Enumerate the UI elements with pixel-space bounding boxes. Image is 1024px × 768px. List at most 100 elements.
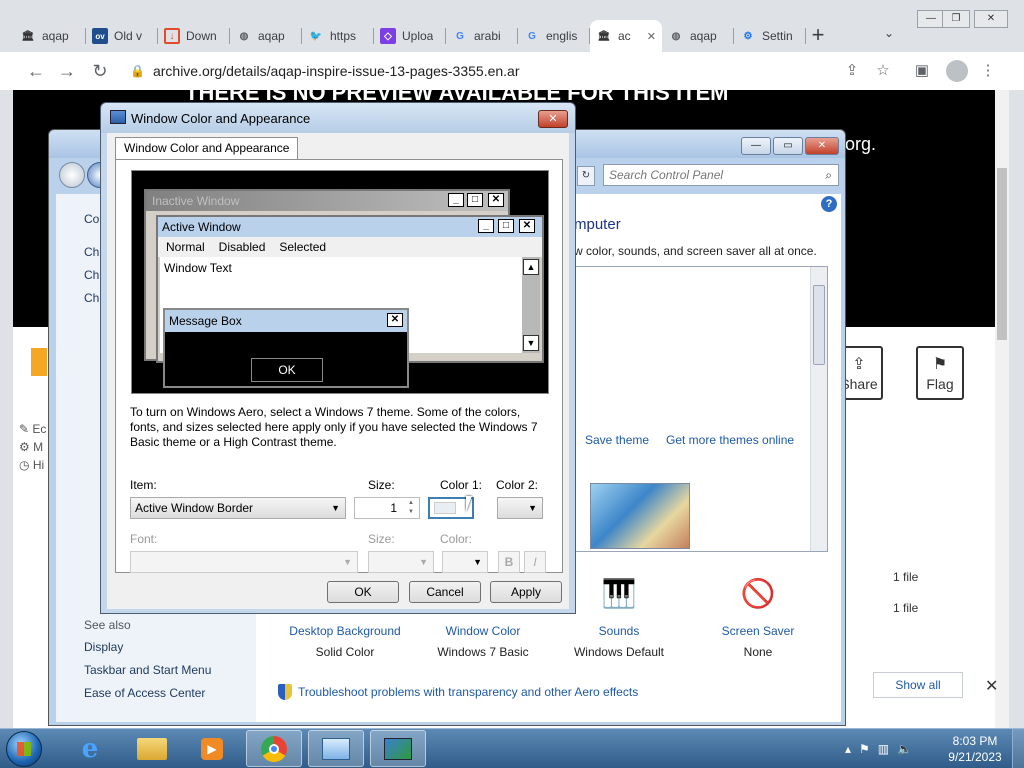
network-icon[interactable]: ▥	[878, 742, 889, 756]
new-tab-button[interactable]: +	[804, 22, 832, 50]
bookmark-star-icon[interactable]: ☆	[873, 61, 893, 81]
cancel-button[interactable]: Cancel	[409, 581, 481, 603]
preview-scrollbar[interactable]: ▲ ▼	[522, 257, 540, 353]
cp-back-button[interactable]	[59, 162, 85, 188]
help-icon[interactable]: ?	[821, 196, 837, 212]
browser-tab[interactable]: ov Old v	[86, 20, 158, 52]
taskbar-clock[interactable]: 8:03 PM 9/21/2023	[942, 733, 1008, 765]
color2-picker[interactable]: ▼	[497, 497, 543, 519]
display-properties-taskbar-icon[interactable]	[370, 730, 426, 767]
close-icon[interactable]: ✕	[985, 676, 998, 696]
scroll-up-icon[interactable]: ▲	[523, 259, 539, 275]
address-bar[interactable]: 🔒 archive.org/details/aqap-inspire-issue…	[122, 57, 912, 85]
item-dropdown[interactable]: Active Window Border ▼	[130, 497, 346, 519]
volume-icon[interactable]: 🔈	[897, 742, 912, 756]
close-icon[interactable]: ✕	[488, 193, 504, 207]
font-size-dropdown[interactable]: ▼	[368, 551, 434, 573]
message-box-ok-button[interactable]: OK	[251, 358, 323, 382]
flag-button[interactable]: ⚑ Flag	[916, 346, 964, 400]
file-explorer-icon[interactable]	[124, 730, 180, 767]
browser-tab[interactable]: ◇ Uploa	[374, 20, 446, 52]
reload-icon[interactable]: ↻	[88, 60, 112, 84]
manage-label[interactable]: ⚙ M	[19, 438, 46, 456]
cp-task-link[interactable]: Ch	[84, 264, 99, 287]
bold-button[interactable]: B	[498, 551, 520, 573]
ease-of-access-link[interactable]: Ease of Access Center	[84, 686, 205, 700]
appearance-preview[interactable]: Inactive Window _ □ ✕ Active Window _ □ …	[131, 170, 549, 394]
browser-tab[interactable]: 🐦 https	[302, 20, 374, 52]
profile-avatar[interactable]	[946, 60, 968, 82]
maximize-icon[interactable]: □	[498, 219, 514, 233]
back-arrow-icon[interactable]: ←	[24, 60, 48, 84]
dialog-close-button[interactable]: ✕	[538, 110, 568, 128]
menu-selected[interactable]: Selected	[279, 237, 326, 257]
cp-minimize-button[interactable]: —	[741, 137, 771, 155]
spinner-arrows-icon[interactable]: ▲ ▼	[405, 499, 417, 517]
italic-button[interactable]: I	[524, 551, 546, 573]
cp-task-link[interactable]: Co	[84, 208, 99, 231]
show-desktop-button[interactable]	[1012, 729, 1024, 768]
browser-tab[interactable]: ↓ Down	[158, 20, 230, 52]
side-panel-icon[interactable]: ▣	[912, 61, 932, 81]
size-spinner[interactable]: 1 ▲ ▼	[354, 497, 420, 519]
minimize-button[interactable]: —	[917, 10, 945, 28]
window-text[interactable]: Window Text	[164, 261, 232, 275]
action-center-icon[interactable]: ⚑	[859, 742, 870, 756]
page-scrollbar[interactable]	[995, 90, 1009, 728]
font-color-picker[interactable]: ▼	[442, 551, 488, 573]
forward-arrow-icon[interactable]: →	[55, 60, 79, 84]
troubleshoot-link[interactable]: Troubleshoot problems with transparency …	[278, 684, 638, 700]
ok-button[interactable]: OK	[327, 581, 399, 603]
scroll-down-icon[interactable]: ▼	[523, 335, 539, 351]
message-box-title[interactable]: Message Box	[165, 310, 407, 332]
share-icon[interactable]: ⇪	[842, 61, 862, 81]
message-box-preview[interactable]: Message Box ✕ OK	[163, 308, 409, 388]
show-all-button[interactable]: Show all	[873, 672, 963, 698]
theme-list-scrollbar[interactable]	[810, 267, 827, 551]
theme-thumbnail[interactable]	[590, 483, 690, 549]
tab-search-chevron-icon[interactable]: ⌄	[884, 26, 894, 40]
browser-tab[interactable]: ◍ aqap	[662, 20, 734, 52]
maximize-icon[interactable]: □	[467, 193, 483, 207]
browser-tab[interactable]: ⚙ Settin	[734, 20, 806, 52]
dialog-titlebar[interactable]: Window Color and Appearance ✕	[101, 103, 575, 133]
apply-button[interactable]: Apply	[490, 581, 562, 603]
history-label[interactable]: ◷ Hi	[19, 456, 46, 474]
menu-disabled[interactable]: Disabled	[219, 237, 266, 257]
display-link[interactable]: Display	[84, 640, 123, 654]
cp-search-input[interactable]: Search Control Panel ⌕	[603, 164, 839, 186]
media-player-icon[interactable]: ▶	[184, 730, 240, 767]
page-scrollbar-thumb[interactable]	[997, 168, 1007, 340]
cp-refresh-icon[interactable]: ↻	[577, 166, 595, 186]
browser-tab[interactable]: ◍ aqap	[230, 20, 302, 52]
cp-task-link[interactable]: Ch	[84, 287, 99, 310]
cp-maximize-button[interactable]: ▭	[773, 137, 803, 155]
edit-label[interactable]: ✎ Ec	[19, 420, 46, 438]
internet-explorer-icon[interactable]: e	[62, 730, 118, 767]
screen-saver-item[interactable]: 🚫 Screen Saver None	[693, 570, 823, 660]
close-window-button[interactable]: ✕	[974, 10, 1008, 28]
browser-tab[interactable]: Genglis	[518, 20, 590, 52]
taskbar-start-menu-link[interactable]: Taskbar and Start Menu	[84, 663, 211, 677]
close-icon[interactable]: ✕	[387, 313, 403, 327]
more-themes-link[interactable]: Get more themes online	[666, 433, 794, 447]
close-tab-icon[interactable]: ✕	[647, 30, 656, 43]
start-button[interactable]	[6, 731, 42, 767]
cp-task-link[interactable]: Ch	[84, 241, 99, 264]
browser-tab-active[interactable]: 🏛 ac ✕	[590, 20, 662, 52]
control-panel-icon[interactable]	[308, 730, 364, 767]
save-theme-link[interactable]: Save theme	[585, 433, 649, 447]
restore-button[interactable]: ❐	[942, 10, 970, 28]
browser-tab[interactable]: 🏛 aqap	[14, 20, 86, 52]
cp-close-button[interactable]: ✕	[805, 137, 839, 155]
font-dropdown[interactable]: ▼	[130, 551, 358, 573]
minimize-icon[interactable]: _	[448, 193, 464, 207]
menu-kebab-icon[interactable]: ⋮	[978, 61, 998, 81]
show-hidden-icons-icon[interactable]: ▴	[845, 742, 851, 756]
tab-window-color[interactable]: Window Color and Appearance	[115, 137, 299, 159]
menu-normal[interactable]: Normal	[166, 237, 205, 257]
chrome-icon[interactable]	[246, 730, 302, 767]
close-icon[interactable]: ✕	[519, 219, 535, 233]
minimize-icon[interactable]: _	[478, 219, 494, 233]
browser-tab[interactable]: Garabi	[446, 20, 518, 52]
